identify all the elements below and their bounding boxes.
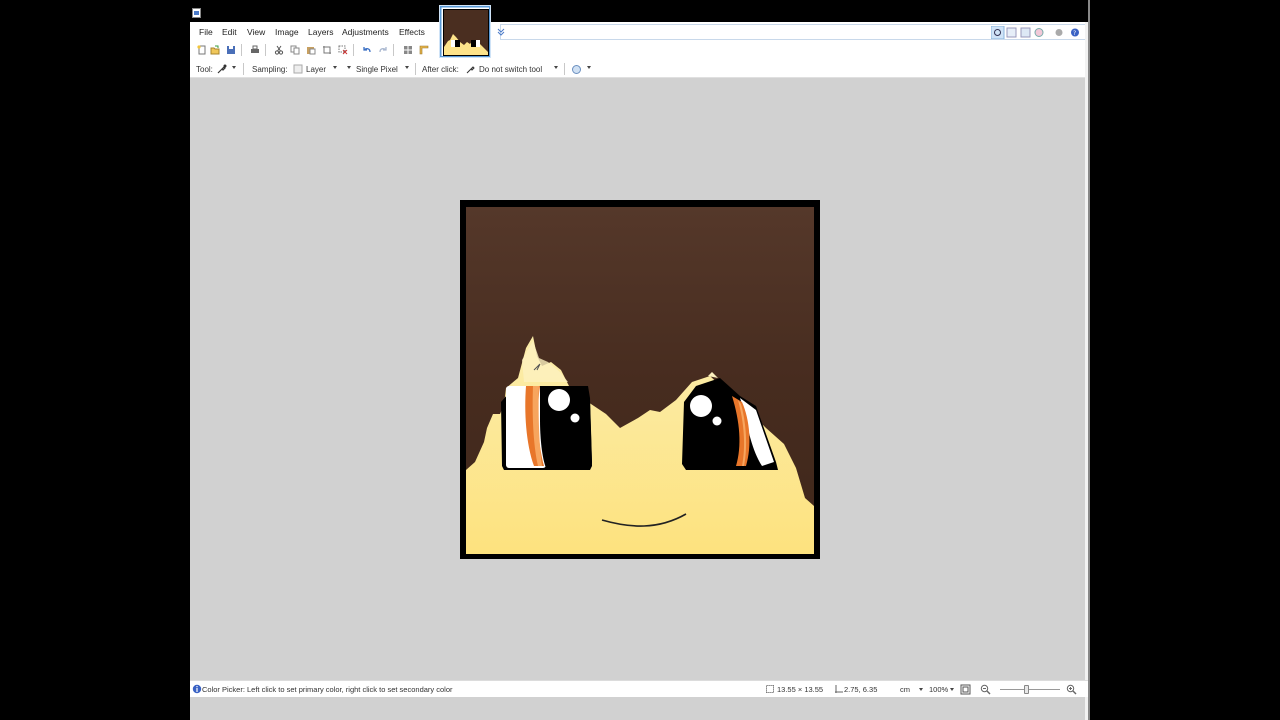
paint-app-window: File Edit View Image Layers Adjustments …: [190, 0, 1088, 720]
sampling-mode-select[interactable]: Single Pixel: [356, 65, 398, 74]
menu-view[interactable]: View: [247, 27, 265, 37]
menu-edit[interactable]: Edit: [222, 27, 237, 37]
thumbnail-image: [441, 7, 489, 56]
zoom-to-window-icon[interactable]: [960, 684, 971, 695]
units-caret[interactable]: [919, 688, 923, 691]
sampling-mode-caret[interactable]: [405, 66, 409, 69]
paste-icon[interactable]: [306, 45, 316, 55]
image-size-icon: [766, 685, 774, 693]
copy-icon[interactable]: [290, 45, 300, 55]
info-icon: [192, 684, 202, 694]
window-utility-icons: ?: [991, 26, 1079, 39]
open-file-icon[interactable]: [210, 45, 220, 55]
sampling-layer-caret[interactable]: [333, 66, 337, 69]
options-separator: [415, 63, 416, 75]
color-picker-icon[interactable]: [217, 64, 227, 74]
canvas-area[interactable]: [190, 78, 1088, 680]
crop-to-selection-icon[interactable]: [322, 45, 332, 55]
image-thumbnail-tab[interactable]: [440, 6, 490, 57]
app-icon[interactable]: [192, 8, 201, 18]
cursor-position-icon: [835, 685, 843, 693]
toolbar-separator: [241, 44, 242, 56]
image-canvas[interactable]: [460, 200, 820, 559]
layer-icon: [293, 64, 303, 74]
title-bar: [190, 0, 1088, 22]
zoom-in-icon[interactable]: [1066, 684, 1077, 695]
blend-mode-icon[interactable]: [571, 64, 582, 75]
after-click-label: After click:: [422, 65, 459, 74]
picker-small-icon: [466, 66, 475, 74]
status-hint: Color Picker: Left click to set primary …: [202, 685, 453, 694]
after-click-select[interactable]: Do not switch tool: [479, 65, 542, 74]
redo-icon[interactable]: [378, 45, 388, 55]
menu-image[interactable]: Image: [275, 27, 299, 37]
cursor-position-readout: 2.75, 6.35: [844, 685, 878, 694]
menu-file[interactable]: File: [199, 27, 213, 37]
cut-icon[interactable]: [274, 45, 284, 55]
undo-icon[interactable]: [362, 45, 372, 55]
screen-edge-artifact: [1088, 0, 1090, 720]
character-face-image[interactable]: [460, 200, 820, 559]
options-separator: [243, 63, 244, 75]
after-click-caret[interactable]: [554, 66, 558, 69]
sampling-label: Sampling:: [252, 65, 288, 74]
svg-text:?: ?: [1073, 30, 1076, 37]
toolbar-separator: [393, 44, 394, 56]
options-separator: [564, 63, 565, 75]
status-bar: Color Picker: Left click to set primary …: [190, 680, 1088, 697]
toolbar-separator: [353, 44, 354, 56]
toolbar-separator: [265, 44, 266, 56]
menu-layers[interactable]: Layers: [308, 27, 334, 37]
image-size-readout: 13.55 × 13.55: [777, 685, 824, 694]
sampling-mode-caret-left[interactable]: [347, 66, 351, 69]
main-toolbar: [190, 41, 1088, 60]
grid-icon[interactable]: [403, 45, 413, 55]
zoom-readout[interactable]: 100%: [929, 685, 948, 694]
menu-adjustments[interactable]: Adjustments: [342, 27, 389, 37]
save-icon[interactable]: [226, 45, 236, 55]
tab-scroll-icon[interactable]: [497, 28, 505, 36]
tool-label: Tool:: [196, 65, 213, 74]
units-select[interactable]: cm: [900, 685, 910, 694]
menu-effects[interactable]: Effects: [399, 27, 425, 37]
zoom-slider-thumb[interactable]: [1024, 685, 1029, 694]
blend-mode-caret[interactable]: [587, 66, 591, 69]
sampling-layer-select[interactable]: Layer: [306, 65, 326, 74]
print-icon[interactable]: [250, 45, 260, 55]
image-tab-strip: ?: [497, 24, 1088, 40]
ruler-icon[interactable]: [419, 45, 429, 55]
deselect-icon[interactable]: [338, 45, 348, 55]
zoom-out-icon[interactable]: [980, 684, 991, 695]
tool-dropdown-caret[interactable]: [232, 66, 236, 69]
zoom-slider-track[interactable]: [1000, 689, 1060, 690]
zoom-caret[interactable]: [950, 688, 954, 691]
tool-options-bar: Tool: Sampling: Layer Single Pixel After…: [190, 60, 1088, 78]
new-file-icon[interactable]: [197, 45, 207, 55]
